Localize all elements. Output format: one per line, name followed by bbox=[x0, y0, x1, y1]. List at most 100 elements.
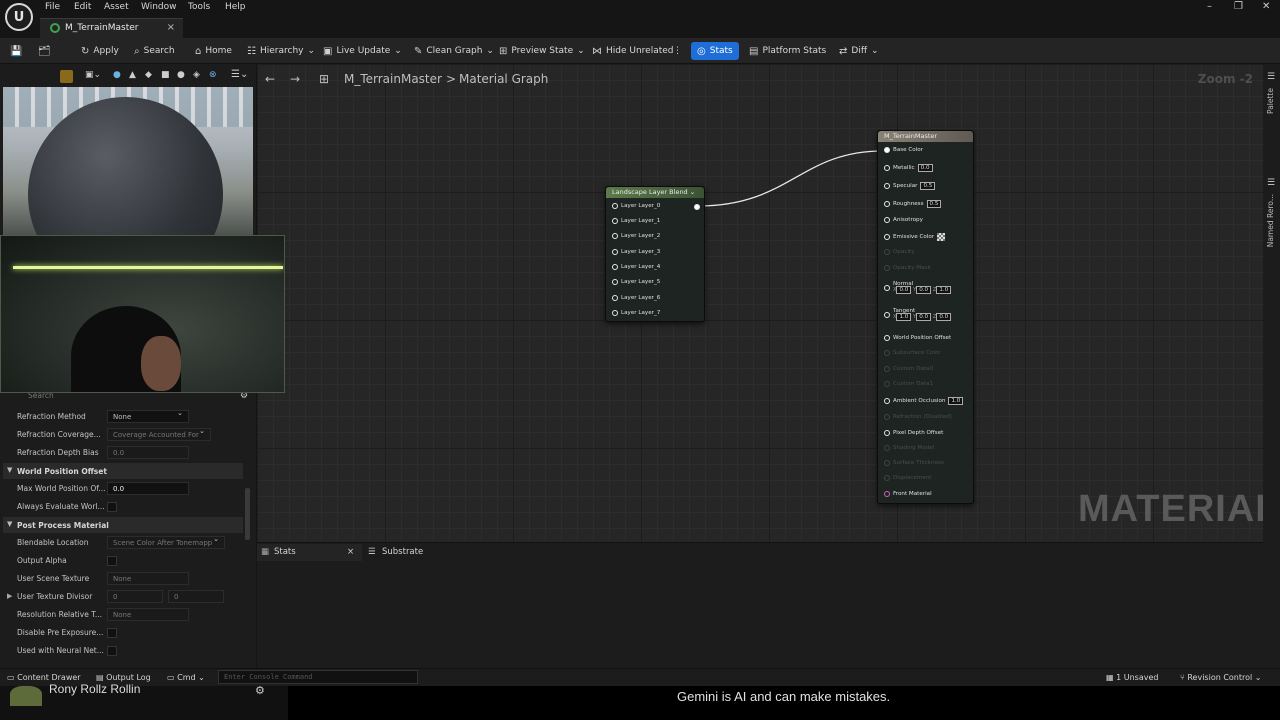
more-options-icon[interactable]: ⋮ bbox=[673, 44, 682, 58]
details-scrollbar[interactable] bbox=[245, 488, 250, 540]
texture-divisor-y-input[interactable]: 0 bbox=[168, 590, 224, 603]
material-preview-viewport[interactable] bbox=[3, 87, 253, 237]
disable-pre-exposure-checkbox[interactable] bbox=[107, 628, 117, 638]
apply-button[interactable]: ↻ Apply bbox=[81, 44, 119, 58]
palette-tab[interactable]: Palette bbox=[1266, 88, 1275, 114]
texture-divisor-x-input[interactable]: 0 bbox=[107, 590, 163, 603]
pin-world-position-offset[interactable]: World Position Offset bbox=[884, 335, 951, 341]
revision-control-button[interactable]: ⑂ Revision Control ⌄ bbox=[1180, 673, 1262, 682]
pin-layer-1[interactable]: Layer Layer_1 bbox=[612, 218, 660, 224]
sphere-preview-icon[interactable]: ● bbox=[113, 70, 121, 80]
viewport-options-icon[interactable]: ▣⌄ bbox=[85, 70, 101, 80]
maximize-icon[interactable]: ❐ bbox=[1234, 1, 1243, 12]
tab-substrate[interactable]: Substrate bbox=[382, 547, 423, 557]
user-scene-texture-input[interactable]: None bbox=[107, 572, 189, 585]
close-window-icon[interactable]: ✕ bbox=[1262, 1, 1270, 12]
cmd-dropdown[interactable]: ▭ Cmd ⌄ bbox=[167, 673, 205, 682]
pin-layer-4[interactable]: Layer Layer_4 bbox=[612, 264, 660, 270]
menu-window[interactable]: Window bbox=[141, 2, 177, 12]
expand-arrow-icon[interactable]: ▶ bbox=[7, 592, 12, 600]
platform-stats-button[interactable]: ▤ Platform Stats bbox=[749, 44, 826, 58]
pin-tangent[interactable]: Tangent X 1.0 Y 0.0 Z 0.0 bbox=[884, 308, 952, 321]
named-reroute-menu-icon[interactable]: ☰ bbox=[1267, 178, 1275, 188]
menu-help[interactable]: Help bbox=[225, 2, 246, 12]
hide-unrelated-icon: ⋈ bbox=[592, 45, 602, 57]
breadcrumb-graph[interactable]: Material Graph bbox=[459, 72, 548, 86]
color-swatch[interactable] bbox=[937, 233, 946, 241]
pin-metallic[interactable]: Metallic 0.0 bbox=[884, 164, 933, 172]
search-button[interactable]: ⌕ Search bbox=[134, 44, 175, 58]
prop-user-scene-texture: User Scene Texture None bbox=[0, 570, 244, 588]
home-button[interactable]: ⌂ Home bbox=[195, 44, 232, 58]
pin-ambient-occlusion[interactable]: Ambient Occlusion 1.0 bbox=[884, 397, 964, 405]
landscape-layer-blend-node[interactable]: Landscape Layer Blend ⌄ Layer Layer_0 La… bbox=[605, 186, 705, 322]
cube-preview-icon[interactable]: ■ bbox=[161, 70, 170, 80]
pin-layer-2[interactable]: Layer Layer_2 bbox=[612, 233, 660, 239]
pin-layer-7[interactable]: Layer Layer_7 bbox=[612, 310, 660, 316]
clean-graph-button[interactable]: ✎ Clean Graph ⌄ bbox=[414, 44, 494, 58]
pin-pixel-depth-offset[interactable]: Pixel Depth Offset bbox=[884, 430, 943, 436]
tab-stats[interactable]: ▦ Stats × bbox=[257, 544, 362, 561]
max-wpo-input[interactable]: 0.0 bbox=[107, 482, 189, 495]
always-evaluate-checkbox[interactable] bbox=[107, 502, 117, 512]
refraction-method-dropdown[interactable]: None bbox=[107, 410, 189, 423]
unreal-logo-icon[interactable]: U bbox=[5, 3, 33, 31]
forward-arrow-icon[interactable]: → bbox=[290, 72, 300, 86]
plane-preview-icon[interactable]: ◆ bbox=[145, 70, 152, 80]
menu-file[interactable]: File bbox=[45, 2, 60, 12]
refraction-depth-bias-input[interactable]: 0.0 bbox=[107, 446, 189, 459]
blendable-location-dropdown[interactable]: Scene Color After Tonemapp bbox=[107, 536, 225, 549]
lit-mode-icon[interactable] bbox=[60, 70, 73, 83]
section-world-position-offset[interactable]: ▼ World Position Offset bbox=[3, 463, 243, 479]
output-pin[interactable] bbox=[694, 204, 700, 210]
material-result-node[interactable]: M_TerrainMaster Base Color Metallic 0.0 S… bbox=[877, 130, 974, 504]
settings-gear-icon[interactable]: ⚙ bbox=[255, 684, 265, 697]
content-drawer-button[interactable]: ▭ Content Drawer bbox=[7, 673, 81, 682]
pin-layer-0[interactable]: Layer Layer_0 bbox=[612, 203, 660, 209]
pin-front-material[interactable]: Front Material bbox=[884, 491, 932, 497]
realtime-toggle-icon[interactable]: ⊗ bbox=[209, 70, 217, 80]
palette-menu-icon[interactable]: ☰ bbox=[1267, 72, 1275, 82]
minimize-icon[interactable]: – bbox=[1207, 1, 1212, 12]
output-log-button[interactable]: ▤ Output Log bbox=[96, 673, 151, 682]
pin-layer-6[interactable]: Layer Layer_6 bbox=[612, 295, 660, 301]
menu-edit[interactable]: Edit bbox=[74, 2, 91, 12]
live-update-button[interactable]: ▣ Live Update ⌄ bbox=[323, 44, 402, 58]
named-reroute-tab[interactable]: Named Rero... bbox=[1266, 194, 1275, 247]
cylinder-preview-icon[interactable]: ▲ bbox=[129, 70, 136, 80]
refraction-coverage-dropdown[interactable]: Coverage Accounted For bbox=[107, 428, 211, 441]
menu-tools[interactable]: Tools bbox=[188, 2, 210, 12]
hamburger-menu-icon[interactable]: ☰⌄ bbox=[231, 69, 248, 80]
hierarchy-button[interactable]: ☷ Hierarchy ⌄ bbox=[247, 44, 315, 58]
pin-base-color[interactable]: Base Color bbox=[884, 147, 923, 153]
pin-normal[interactable]: Normal X 0.0 Y 0.0 Z 1.0 bbox=[884, 281, 952, 294]
tab-close-icon[interactable]: × bbox=[167, 22, 175, 33]
material-graph-canvas[interactable] bbox=[257, 64, 1263, 542]
stats-button[interactable]: ◎ Stats bbox=[691, 42, 739, 60]
pin-layer-5[interactable]: Layer Layer_5 bbox=[612, 279, 660, 285]
used-with-neural-checkbox[interactable] bbox=[107, 646, 117, 656]
resolution-relative-input[interactable]: None bbox=[107, 608, 189, 621]
unsaved-button[interactable]: ▦ 1 Unsaved bbox=[1106, 673, 1158, 682]
pin-emissive-color[interactable]: Emissive Color bbox=[884, 233, 946, 241]
tab-m-terrainmaster[interactable]: M_TerrainMaster × bbox=[40, 18, 183, 38]
live-update-icon: ▣ bbox=[323, 45, 333, 57]
breadcrumb-asset[interactable]: M_TerrainMaster bbox=[344, 72, 442, 86]
menu-asset[interactable]: Asset bbox=[104, 2, 129, 12]
section-post-process[interactable]: ▼ Post Process Material bbox=[3, 517, 243, 533]
preview-state-button[interactable]: ⊞ Preview State ⌄ bbox=[499, 44, 585, 58]
pin-layer-3[interactable]: Layer Layer_3 bbox=[612, 249, 660, 255]
pin-roughness[interactable]: Roughness 0.5 bbox=[884, 200, 942, 208]
hide-unrelated-button[interactable]: ⋈ Hide Unrelated bbox=[592, 44, 674, 58]
output-alpha-checkbox[interactable] bbox=[107, 556, 117, 566]
browse-button[interactable]: 🗂 bbox=[38, 44, 51, 58]
close-stats-icon[interactable]: × bbox=[347, 547, 354, 557]
save-button[interactable]: 💾 bbox=[10, 44, 22, 58]
back-arrow-icon[interactable]: ← bbox=[265, 72, 275, 86]
pin-specular[interactable]: Specular 0.5 bbox=[884, 182, 936, 190]
mesh-preview-icon[interactable]: ● bbox=[177, 70, 185, 80]
pin-anisotropy[interactable]: Anisotropy bbox=[884, 217, 923, 223]
console-input[interactable]: Enter Console Command bbox=[218, 670, 418, 684]
grid-toggle-icon[interactable]: ◈ bbox=[193, 70, 200, 80]
diff-button[interactable]: ⇄ Diff ⌄ bbox=[839, 44, 879, 58]
